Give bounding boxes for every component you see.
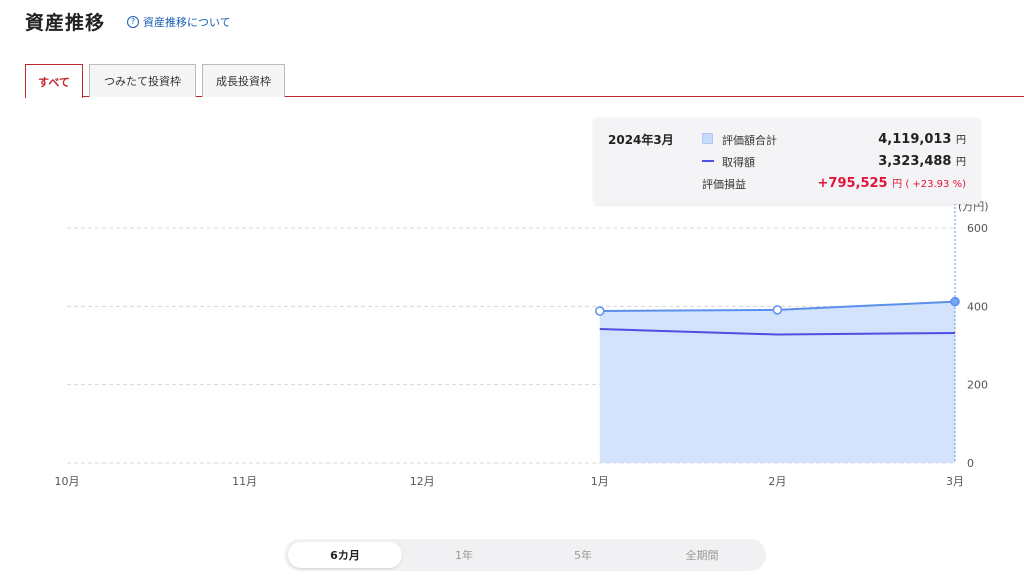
account-tabs: すべて つみたて投資枠 成長投資枠 [25,64,1024,98]
tooltip-date: 2024年3月 [608,133,674,147]
tooltip-label: 評価損益 [702,178,746,191]
period-selector: 6カ月 1年 5年 全期間 [284,539,766,571]
chart-tooltip: 2024年3月 評価額合計 4,119,013 円 取得額 3,323,488 … [594,118,980,204]
help-link-label: 資産推移について [143,15,231,29]
help-link[interactable]: ? 資産推移について [127,14,231,30]
x-tick-label: 1月 [591,475,609,488]
tab-growth[interactable]: 成長投資枠 [202,64,285,97]
tooltip-profit-value: +795,525 円 ( +23.93 %) [817,176,967,191]
page-title: 資産推移 [25,12,106,34]
tooltip-row-cost: 取得額 3,323,488 円 [702,153,966,169]
x-tick-label: 2月 [768,475,786,488]
tooltip-row-valuation: 評価額合計 4,119,013 円 [702,131,966,147]
period-6m-button[interactable]: 6カ月 [288,542,402,568]
asset-chart[interactable]: 0200400600(万円)10月 11月 12月 1月 2月 3月 [0,195,1024,495]
x-tick-label: 11月 [232,475,257,488]
valuation-point [595,306,605,316]
y-tick-label: 200 [967,379,988,392]
tooltip-label: 評価額合計 [722,134,777,147]
period-5y-button[interactable]: 5年 [526,542,640,568]
valuation-point [950,296,960,307]
y-tick-label: 600 [967,222,988,235]
cost-swatch-icon [702,160,714,162]
header: 資産推移 ? 資産推移について [25,8,231,35]
valuation-point [772,305,783,315]
help-icon: ? [127,15,140,28]
tooltip-label: 取得額 [722,156,755,169]
tab-all[interactable]: すべて [25,64,83,98]
tooltip-row-profit: 評価損益 +795,525 円 ( +23.93 %) [702,175,966,191]
y-tick-label: 0 [967,457,974,470]
period-all-button[interactable]: 全期間 [645,542,759,568]
tab-tsumitate[interactable]: つみたて投資枠 [89,64,196,97]
x-tick-label: 10月 [55,475,80,488]
valuation-swatch-icon [702,133,713,144]
x-tick-label: 3月 [946,475,964,488]
period-1y-button[interactable]: 1年 [407,542,521,568]
y-tick-label: 400 [967,300,988,313]
tooltip-value: 4,119,013 円 [878,132,966,147]
tooltip-value: 3,323,488 円 [878,154,966,169]
valuation-area [599,301,955,463]
x-tick-label: 12月 [410,475,435,488]
